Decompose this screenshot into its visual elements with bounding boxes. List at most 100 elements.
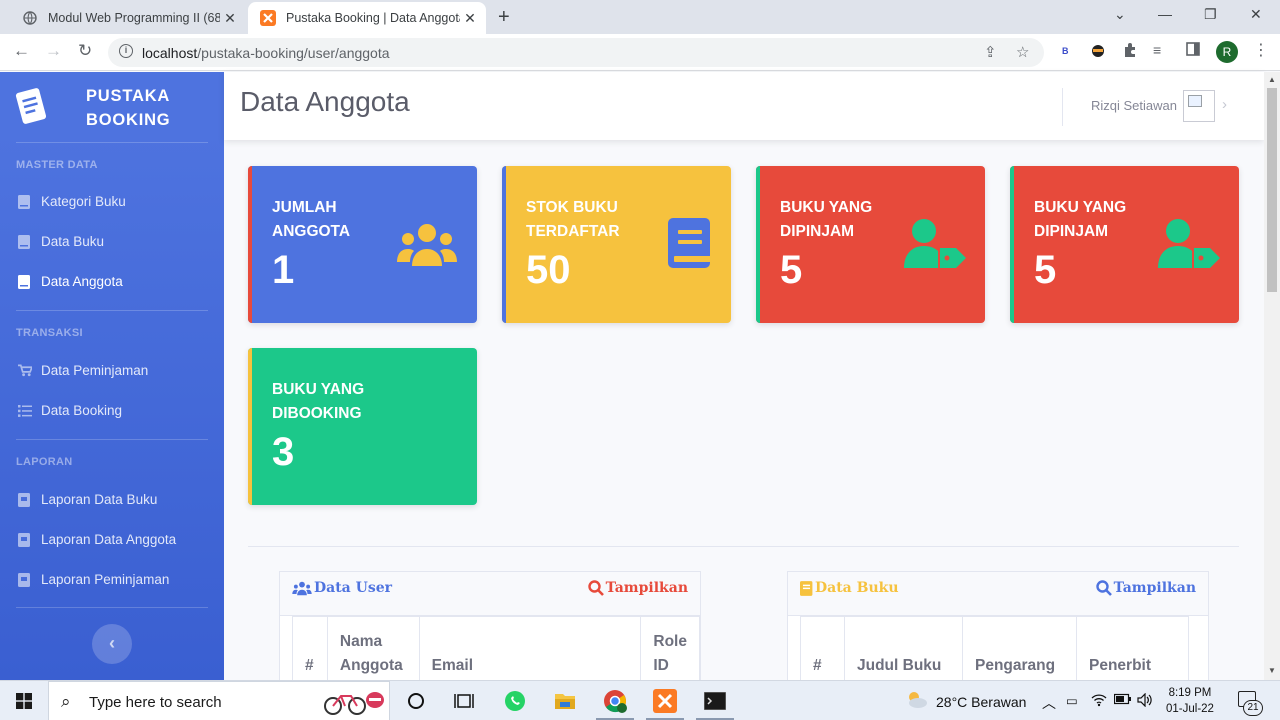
scroll-down-icon[interactable]: ▼ xyxy=(1268,666,1276,675)
card-buku-dibooking: BUKU YANG DIBOOKING 3 xyxy=(248,348,477,505)
menu-kebab-icon[interactable]: ⋮ xyxy=(1253,40,1269,60)
windows-taskbar: ⌕ Type here to search 28°C Berawan ︿ ▭ 8… xyxy=(0,680,1280,720)
search-icon xyxy=(587,580,604,596)
bicycle-icon xyxy=(321,688,385,720)
sidebar-item-data-buku[interactable]: Data Buku xyxy=(18,234,104,249)
task-view-circle-icon[interactable] xyxy=(404,689,428,713)
scroll-up-icon[interactable]: ▲ xyxy=(1268,75,1276,84)
taskbar-clock[interactable]: 8:19 PM 01-Jul-22 xyxy=(1166,685,1214,717)
book-icon xyxy=(800,580,813,596)
sidebar-item-laporan-data-anggota[interactable]: Laporan Data Anggota xyxy=(18,532,176,547)
browser-tab-pustaka[interactable]: Pustaka Booking | Data Anggota ✕ xyxy=(248,2,486,34)
profile-avatar[interactable]: R xyxy=(1216,41,1238,63)
terminal-icon[interactable] xyxy=(703,689,727,713)
chrome-icon[interactable] xyxy=(603,689,627,713)
panel-title: Data Buku xyxy=(800,580,899,596)
battery-icon[interactable] xyxy=(1113,693,1132,708)
back-icon[interactable]: ← xyxy=(13,41,30,61)
sidebar-divider xyxy=(16,439,208,440)
scrollbar-thumb[interactable] xyxy=(1267,88,1277,292)
whatsapp-icon[interactable] xyxy=(503,689,527,713)
topbar: Data Anggota Rizqi Setiawan › xyxy=(224,72,1264,140)
brand-book-icon[interactable] xyxy=(14,86,47,124)
browser-tab-modul[interactable]: Modul Web Programming II (682 ✕ xyxy=(10,2,246,34)
sidebar-item-laporan-peminjaman[interactable]: Laporan Peminjaman xyxy=(18,572,169,587)
sidebar-item-laporan-data-buku[interactable]: Laporan Data Buku xyxy=(18,492,157,507)
reload-icon[interactable]: ↻ xyxy=(78,41,92,61)
column-header: Nama Anggota xyxy=(326,616,420,683)
card-value: 3 xyxy=(272,430,295,474)
column-header: # xyxy=(800,616,845,683)
book-icon xyxy=(18,274,32,289)
xampp-icon[interactable] xyxy=(653,689,677,713)
report-icon xyxy=(18,572,32,587)
sidebar-item-kategori-buku[interactable]: Kategori Buku xyxy=(18,194,126,209)
new-tab-button[interactable]: + xyxy=(498,6,510,29)
tampilkan-user-link[interactable]: Tampilkan xyxy=(587,580,688,596)
tampilkan-buku-link[interactable]: Tampilkan xyxy=(1095,580,1196,596)
brand-name[interactable]: PUSTAKA BOOKING xyxy=(86,84,170,132)
page-scrollbar[interactable]: ▲ ▼ xyxy=(1264,72,1280,680)
windows-start-icon[interactable] xyxy=(16,693,32,709)
task-view-icon[interactable] xyxy=(452,689,476,713)
card-accent-bar xyxy=(502,166,506,323)
site-info-icon[interactable]: i xyxy=(119,44,133,58)
card-label: BUKU YANG DIPINJAM xyxy=(780,199,873,240)
sidebar-heading-laporan: LAPORAN xyxy=(16,456,73,468)
list-icon xyxy=(18,404,32,417)
chevron-right-icon[interactable]: › xyxy=(1222,96,1227,113)
media-list-icon[interactable]: ≡ xyxy=(1153,42,1161,58)
panel-title: Data User xyxy=(292,580,392,596)
volume-icon[interactable] xyxy=(1137,692,1153,710)
book-icon xyxy=(18,194,32,209)
card-accent-bar xyxy=(248,166,252,323)
restore-icon[interactable]: ❐ xyxy=(1204,6,1217,23)
card-value: 5 xyxy=(780,248,803,292)
weather-text[interactable]: 28°C Berawan xyxy=(936,694,1026,710)
sidebar-item-data-booking[interactable]: Data Booking xyxy=(18,403,122,418)
buku-table: # Judul Buku Pengarang Penerbit xyxy=(800,616,1189,683)
column-header: Role ID xyxy=(640,616,700,683)
minimize-icon[interactable]: — xyxy=(1158,6,1172,22)
xampp-icon xyxy=(260,10,276,26)
close-tab-icon[interactable]: ✕ xyxy=(460,10,480,27)
bookmark-star-icon[interactable]: ☆ xyxy=(1016,43,1029,61)
weather-icon[interactable] xyxy=(904,689,928,712)
sidebar-heading-master-data: MASTER DATA xyxy=(16,159,98,171)
report-icon xyxy=(18,492,32,507)
url-bar[interactable]: i localhost/pustaka-booking/user/anggota… xyxy=(108,38,1044,67)
sidebar-item-data-peminjaman[interactable]: Data Peminjaman xyxy=(18,363,148,378)
column-header: # xyxy=(292,616,328,683)
device-icon[interactable]: ▭ xyxy=(1066,693,1078,708)
card-label: STOK BUKU TERDAFTAR xyxy=(526,199,620,240)
sidebar-divider xyxy=(16,310,208,311)
forward-icon[interactable]: → xyxy=(45,41,62,61)
sidebar-item-data-anggota[interactable]: Data Anggota xyxy=(18,274,123,289)
share-icon[interactable]: ⇪ xyxy=(984,43,997,61)
table-header-row: # Nama Anggota Email Role ID xyxy=(292,616,700,683)
url-text[interactable]: localhost/pustaka-booking/user/anggota xyxy=(142,45,390,61)
user-table: # Nama Anggota Email Role ID xyxy=(292,616,700,683)
side-panel-icon[interactable] xyxy=(1186,42,1200,59)
card-label: JUMLAH ANGGOTA xyxy=(272,199,351,240)
user-name[interactable]: Rizqi Setiawan xyxy=(1091,98,1177,113)
user-avatar[interactable] xyxy=(1183,90,1215,122)
chevron-up-icon[interactable]: ︿ xyxy=(1042,693,1056,713)
close-tab-icon[interactable]: ✕ xyxy=(220,10,240,27)
close-window-icon[interactable]: ✕ xyxy=(1250,6,1262,23)
panel-data-user: Data User Tampilkan # Nama Anggota Email … xyxy=(279,571,701,691)
file-explorer-icon[interactable] xyxy=(553,689,577,713)
card-value: 1 xyxy=(272,248,295,292)
tab-search-icon[interactable]: ⌄ xyxy=(1114,6,1126,23)
column-header: Judul Buku xyxy=(844,616,963,683)
search-placeholder: Type here to search xyxy=(89,694,222,711)
extensions-puzzle-icon[interactable] xyxy=(1122,42,1138,61)
notification-count-badge: 21 xyxy=(1243,700,1263,716)
taskbar-search-box[interactable]: ⌕ Type here to search xyxy=(48,681,390,720)
card-jumlah-anggota: JUMLAH ANGGOTA 1 xyxy=(248,166,477,323)
topbar-divider xyxy=(1062,88,1063,126)
sidebar-toggle-button[interactable]: ‹ xyxy=(92,624,132,664)
extension-b-icon[interactable]: B xyxy=(1062,46,1069,56)
wifi-icon[interactable] xyxy=(1091,693,1107,710)
extension-ninja-icon[interactable] xyxy=(1090,42,1106,61)
